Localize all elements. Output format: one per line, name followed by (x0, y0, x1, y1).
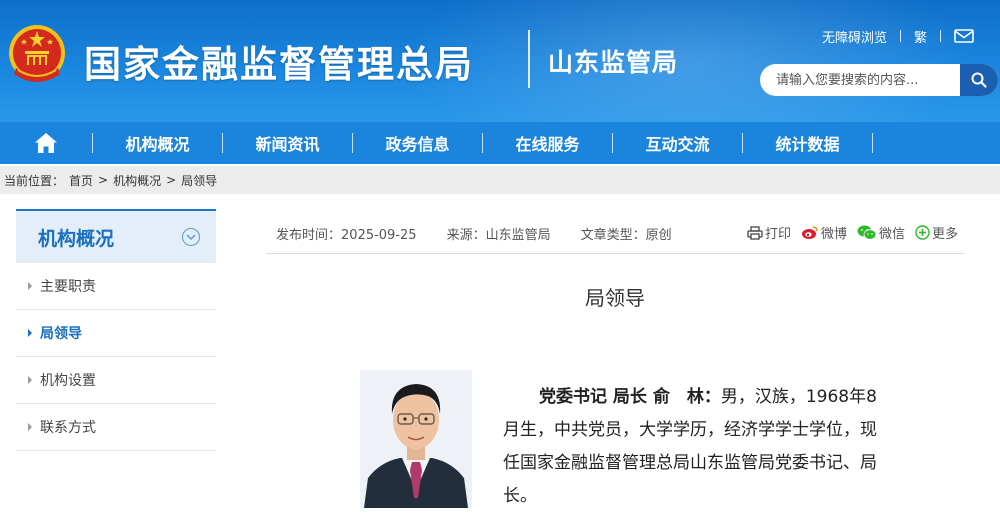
main-nav: 机构概况 新闻资讯 政务信息 在线服务 互动交流 统计数据 (0, 122, 1000, 164)
breadcrumb-prefix: 当前位置： (4, 173, 65, 188)
article-meta: 发布时间：2025-09-25 来源：山东监管局 文章类型：原创 打印 微博 微… (266, 214, 964, 254)
bullet-arrow-icon (28, 376, 32, 384)
leader-photo (360, 370, 472, 508)
nav-item-gov-info[interactable]: 政务信息 (353, 122, 482, 164)
nav-item-interaction[interactable]: 互动交流 (613, 122, 742, 164)
search-icon (971, 72, 987, 88)
wechat-share-button[interactable]: 微信 (857, 223, 905, 242)
breadcrumb: 当前位置： 首页 > 机构概况 > 局领导 (0, 166, 1000, 194)
link-separator (940, 30, 942, 42)
breadcrumb-home[interactable]: 首页 (69, 172, 93, 189)
nav-item-statistics[interactable]: 统计数据 (743, 122, 872, 164)
chevron-down-icon[interactable] (182, 228, 200, 246)
print-button[interactable]: 打印 (747, 223, 791, 242)
sidebar-item-label: 联系方式 (40, 420, 96, 436)
bullet-arrow-icon (28, 329, 32, 337)
sidebar-heading[interactable]: 机构概况 (16, 209, 216, 263)
breadcrumb-current[interactable]: 局领导 (181, 172, 217, 189)
home-icon (35, 133, 57, 153)
sidebar-item-contact[interactable]: 联系方式 (16, 404, 216, 451)
sidebar-item-label: 局领导 (40, 326, 82, 342)
breadcrumb-about[interactable]: 机构概况 (113, 172, 161, 189)
search-button[interactable] (960, 64, 998, 96)
site-title[interactable]: 国家金融监督管理总局 (84, 34, 474, 88)
more-label: 更多 (931, 227, 958, 242)
sidebar-item-duties[interactable]: 主要职责 (16, 263, 216, 310)
mail-icon[interactable] (954, 29, 974, 43)
breadcrumb-separator: > (166, 173, 177, 187)
weibo-label: 微博 (820, 227, 847, 242)
breadcrumb-separator: > (98, 173, 109, 187)
bullet-arrow-icon (28, 282, 32, 290)
article-title: 局领导 (585, 286, 645, 310)
sidebar-item-label: 机构设置 (40, 373, 96, 389)
bullet-arrow-icon (28, 423, 32, 431)
top-links: 无障碍浏览 繁 (822, 26, 974, 46)
publish-time: 发布时间：2025-09-25 (276, 228, 417, 243)
link-separator (900, 30, 902, 42)
share-bar: 打印 微博 微信 更多 (737, 223, 958, 242)
plus-circle-icon (915, 225, 930, 240)
more-share-button[interactable]: 更多 (915, 223, 958, 242)
site-header: 国家金融监督管理总局 山东监管局 无障碍浏览 繁 (0, 0, 1000, 122)
article-source: 来源：山东监管局 (446, 228, 551, 243)
traditional-chinese-link[interactable]: 繁 (914, 27, 927, 46)
sidebar-item-leaders[interactable]: 局领导 (16, 310, 216, 357)
sidebar: 机构概况 主要职责 局领导 机构设置 联系方式 (16, 209, 216, 451)
wechat-label: 微信 (878, 227, 905, 242)
wechat-icon (857, 225, 877, 240)
article-type: 文章类型：原创 (580, 228, 672, 243)
nav-home[interactable] (0, 122, 92, 164)
printer-icon (747, 225, 763, 240)
nav-item-about[interactable]: 机构概况 (93, 122, 222, 164)
sidebar-item-structure[interactable]: 机构设置 (16, 357, 216, 404)
accessible-link[interactable]: 无障碍浏览 (822, 27, 887, 46)
print-label: 打印 (764, 227, 791, 242)
nav-item-online-service[interactable]: 在线服务 (483, 122, 612, 164)
nav-item-news[interactable]: 新闻资讯 (223, 122, 352, 164)
title-divider (528, 30, 530, 88)
leader-role: 党委书记 局长 俞 林： (539, 387, 721, 407)
leader-bio: 党委书记 局长 俞 林：男，汉族，1968年8月生，中共党员，大学学历，经济学学… (503, 381, 893, 513)
weibo-icon (801, 226, 818, 239)
sidebar-heading-label: 机构概况 (38, 227, 115, 250)
search-input[interactable] (760, 64, 960, 96)
national-emblem (9, 25, 65, 82)
sub-title[interactable]: 山东监管局 (548, 43, 678, 79)
sidebar-item-label: 主要职责 (40, 279, 96, 295)
weibo-share-button[interactable]: 微博 (801, 223, 847, 242)
nav-divider (872, 133, 873, 153)
search-box (760, 64, 998, 96)
